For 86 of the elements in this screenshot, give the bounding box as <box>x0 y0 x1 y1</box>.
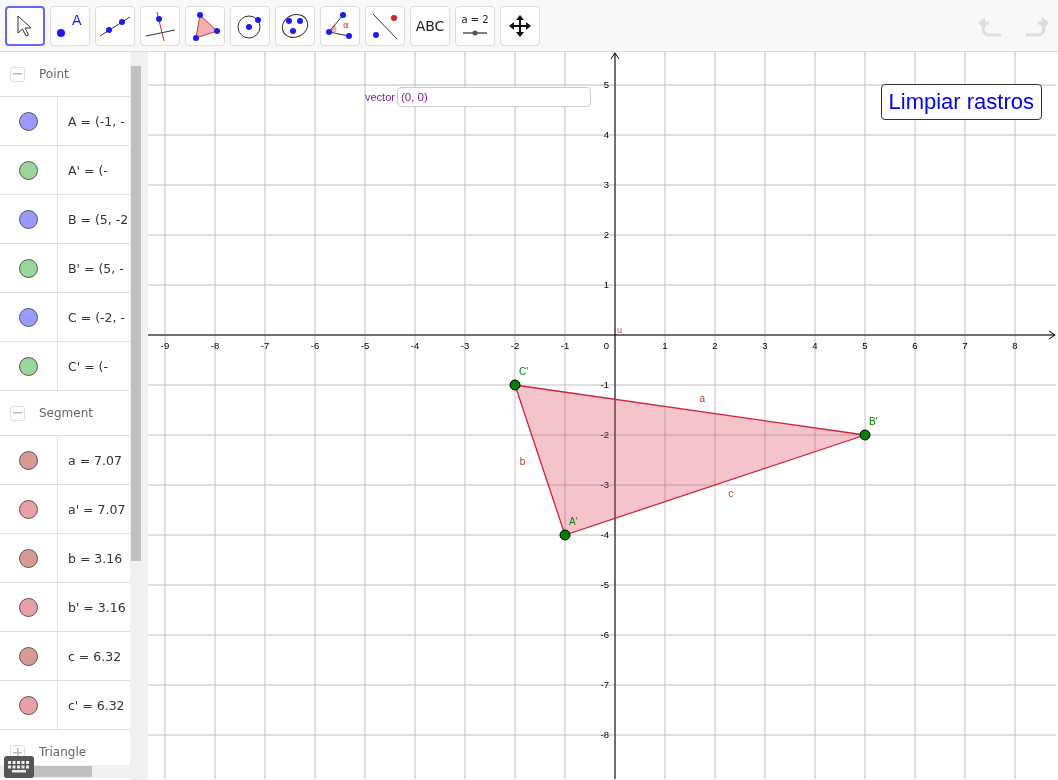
axis-tick-label: 3 <box>603 179 609 190</box>
algebra-entry[interactable]: a' = 7.07 <box>58 485 126 533</box>
point-label: A' <box>569 516 578 527</box>
axis-tick-label: 4 <box>812 340 818 351</box>
text-tool-button[interactable]: ABC <box>410 5 450 46</box>
segment-label: a <box>699 392 706 404</box>
keyboard-icon[interactable] <box>4 756 34 778</box>
vector-label: u <box>617 325 622 335</box>
algebra-entry[interactable]: C' = (- <box>58 342 108 390</box>
origin-label: 0 <box>603 340 609 351</box>
algebra-entry[interactable]: b = 3.16 <box>58 534 123 582</box>
line-tool-button[interactable] <box>95 5 135 46</box>
axis-tick-label: 2 <box>603 229 609 240</box>
axis-tick-label: -4 <box>410 340 420 351</box>
axis-tick-label: 3 <box>762 340 768 351</box>
visibility-toggle[interactable] <box>19 258 38 278</box>
group-title: Triangle <box>39 745 87 759</box>
axis-tick-label: -5 <box>600 579 609 590</box>
algebra-entry[interactable]: c = 6.32 <box>58 632 122 680</box>
axis-tick-label: 2 <box>712 340 718 351</box>
axis-tick-label: -9 <box>160 340 170 351</box>
axis-tick-label: 1 <box>603 279 609 290</box>
axis-tick-label: 4 <box>603 129 609 140</box>
axis-tick-label: 8 <box>1012 340 1018 351</box>
algebra-entry[interactable]: A = (-1, - <box>58 97 125 145</box>
perpendicular-line-icon <box>144 9 176 42</box>
visibility-toggle[interactable] <box>19 695 38 715</box>
algebra-entry[interactable]: B = (5, -2 <box>58 195 129 243</box>
visibility-toggle[interactable] <box>19 356 38 376</box>
visibility-toggle[interactable] <box>19 209 38 229</box>
point-label: C' <box>519 366 529 377</box>
input-label: vector <box>365 91 395 103</box>
axis-tick-label: -2 <box>510 340 520 351</box>
move-arrows-icon <box>508 13 532 38</box>
axis-tick-label: -8 <box>600 729 609 740</box>
axis-tick-label: -6 <box>310 340 320 351</box>
axis-tick-label: -3 <box>600 479 609 490</box>
visibility-toggle[interactable] <box>19 597 38 617</box>
axis-tick-label: -7 <box>260 340 270 351</box>
axis-tick-label: 5 <box>862 340 868 351</box>
axis-tick-label: 6 <box>912 340 918 351</box>
axis-tick-label: -8 <box>210 340 220 351</box>
group-title: Point <box>39 67 69 81</box>
point-label: B' <box>869 416 878 427</box>
axis-tick-label: -5 <box>360 340 370 351</box>
visibility-toggle[interactable] <box>19 548 38 568</box>
visibility-toggle[interactable] <box>19 307 38 327</box>
clear-traces-button[interactable]: Limpiar rastros <box>880 84 1042 120</box>
segment-label: c <box>728 487 734 499</box>
visibility-toggle[interactable] <box>19 499 38 519</box>
visibility-toggle[interactable] <box>19 450 38 470</box>
slider-tool-button[interactable]: a = 2 <box>455 5 495 46</box>
reflect-tool-button[interactable] <box>365 5 405 46</box>
conic-tool-button[interactable] <box>275 5 315 46</box>
polygon-tool-button[interactable] <box>185 5 225 46</box>
group-title: Segment <box>39 406 93 420</box>
pan-tool-button[interactable] <box>500 5 540 46</box>
algebra-entry[interactable]: a = 7.07 <box>58 436 122 484</box>
triangle-icon <box>190 10 220 41</box>
axis-tick-label: -1 <box>560 340 570 351</box>
visibility-toggle[interactable] <box>19 111 38 131</box>
triangle-drawing[interactable] <box>509 379 871 541</box>
move-tool-button[interactable] <box>5 5 45 46</box>
axis-tick-label: -2 <box>600 429 609 440</box>
axis-tick-label: -1 <box>600 379 609 390</box>
algebra-entry[interactable]: B' = (5, - <box>58 244 124 292</box>
axis-tick-label: -3 <box>460 340 470 351</box>
axis-tick-label: 1 <box>662 340 668 351</box>
visibility-toggle[interactable] <box>19 160 38 180</box>
segment-label: b <box>519 456 526 468</box>
scrollbar[interactable] <box>130 52 142 780</box>
axis-tick-label: 7 <box>962 340 968 351</box>
algebra-entry[interactable]: A' = (- <box>58 146 108 194</box>
algebra-entry[interactable]: C = (-2, - <box>58 293 125 341</box>
ellipse-icon <box>280 11 310 40</box>
circle-tool-button[interactable] <box>230 5 270 46</box>
algebra-entry[interactable]: b' = 3.16 <box>58 583 126 631</box>
visibility-toggle[interactable] <box>19 646 38 666</box>
algebra-entry[interactable]: c' = 6.32 <box>58 681 125 729</box>
axis-tick-label: 5 <box>603 79 609 90</box>
axis-tick-label: -4 <box>600 529 609 540</box>
point-tool-button[interactable]: A <box>50 5 90 46</box>
perpendicular-tool-button[interactable] <box>140 5 180 46</box>
axis-tick-label: -7 <box>600 679 609 690</box>
axis-tick-label: -6 <box>600 629 609 640</box>
input-field[interactable]: (0, 0) <box>396 87 591 107</box>
